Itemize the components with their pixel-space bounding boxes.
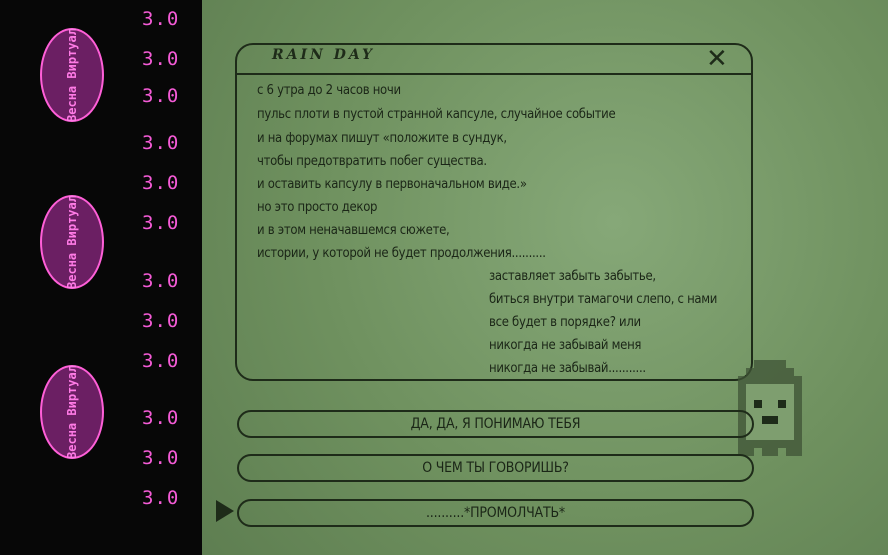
dialog-title: RAIN DAY: [272, 47, 376, 63]
version-label: 3.0: [142, 48, 180, 70]
dialog-line: и в этом неначавшемся сюжете,: [257, 223, 450, 238]
version-label: 3.0: [142, 132, 180, 154]
dialog-line: все будет в порядке? или: [489, 315, 641, 330]
title-divider: [236, 73, 752, 75]
version-label: 3.0: [142, 447, 180, 469]
selection-arrow-icon: [216, 500, 234, 522]
dialog-line: никогда не забывай меня: [489, 338, 642, 353]
version-label: 3.0: [142, 407, 180, 429]
version-label: 3.0: [142, 85, 180, 107]
dialog-line: истории, у которой не будет продолжения.…: [257, 246, 546, 261]
version-label: 3.0: [142, 172, 180, 194]
dialog-line: с 6 утра до 2 часов ночи: [257, 83, 401, 98]
dialog-line: никогда не забывай...........: [489, 361, 646, 376]
dialog-line: но это просто декор: [257, 200, 378, 215]
dialog-line: и оставить капсулу в первоначальном виде…: [257, 177, 527, 192]
logo-badge: Весна Виртуал: [40, 365, 104, 459]
dialog-line: и на форумах пишут «положите в сундук,: [257, 131, 507, 146]
choice-understand-button[interactable]: ДА, ДА, Я ПОНИМАЮ ТЕБЯ: [237, 410, 754, 438]
version-label: 3.0: [142, 212, 180, 234]
version-label: 3.0: [142, 487, 180, 509]
dialog-line: чтобы предотвратить побег существа.: [257, 154, 487, 169]
dialog-line: пульс плоти в пустой странной капсуле, с…: [257, 107, 616, 122]
version-label: 3.0: [142, 8, 180, 30]
logo-badge: Весна Виртуал: [40, 28, 104, 122]
dialog-line: биться внутри тамагочи слепо, с нами: [489, 292, 718, 307]
dialog-line: заставляет забыть забытье,: [489, 269, 656, 284]
version-label: 3.0: [142, 270, 180, 292]
choice-what-button[interactable]: О ЧЕМ ТЫ ГОВОРИШЬ?: [237, 454, 754, 482]
version-label: 3.0: [142, 350, 180, 372]
logo-badge: Весна Виртуал: [40, 195, 104, 289]
film-strip: 3.0 3.0 3.0 3.0 3.0 3.0 3.0 3.0 3.0 3.0 …: [0, 0, 202, 555]
close-icon[interactable]: ✕: [706, 44, 728, 74]
version-label: 3.0: [142, 310, 180, 332]
choice-silent-button[interactable]: ..........*ПРОМОЛЧАТЬ*: [237, 499, 754, 527]
